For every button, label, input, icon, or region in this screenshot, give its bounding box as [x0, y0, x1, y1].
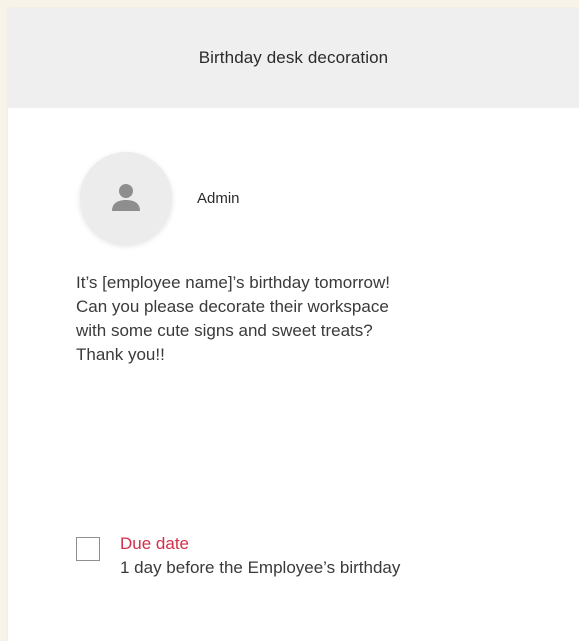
author-name: Admin	[197, 189, 240, 207]
message-line: Can you please decorate their workspace	[76, 297, 389, 316]
avatar	[80, 152, 172, 244]
task-message: It’s [employee name]’s birthday tomorrow…	[76, 271, 556, 367]
due-date-value: 1 day before the Employee’s birthday	[120, 558, 401, 577]
due-date-row: Due date 1 day before the Employee’s bir…	[76, 532, 400, 580]
due-date-label: Due date	[120, 534, 189, 553]
task-card: Birthday desk decoration Admin It’s [emp…	[8, 8, 579, 641]
user-icon	[112, 184, 140, 211]
author-row: Admin	[80, 152, 240, 244]
due-date-text: Due date 1 day before the Employee’s bir…	[120, 532, 400, 580]
card-title: Birthday desk decoration	[198, 48, 389, 67]
message-line: Thank you!!	[76, 345, 165, 364]
due-date-checkbox[interactable]	[76, 537, 100, 561]
message-line: with some cute signs and sweet treats?	[76, 321, 373, 340]
card-header: Birthday desk decoration	[8, 8, 579, 108]
message-line: It’s [employee name]’s birthday tomorrow…	[76, 273, 391, 292]
